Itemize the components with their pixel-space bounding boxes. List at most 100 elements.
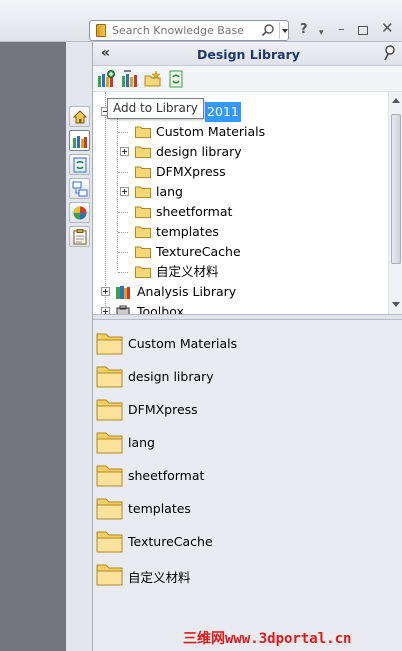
graphics-area <box>0 42 66 651</box>
close-button[interactable]: ✕ <box>381 20 394 36</box>
tree-item-label: sheetformat <box>156 204 233 219</box>
tree-expand-toggle[interactable] <box>101 307 110 314</box>
folder-list-item[interactable]: DFMXpress <box>93 396 393 426</box>
folder-icon <box>135 186 151 198</box>
folder-icon <box>135 126 151 138</box>
tree-item-label: DFMXpress <box>156 164 226 179</box>
library-tree: 2011 Custom Materials design library DFM… <box>93 92 388 314</box>
folder-icon <box>96 564 123 586</box>
folder-icon <box>135 146 151 158</box>
collapse-button[interactable]: « <box>101 45 110 61</box>
tab-custom-properties[interactable] <box>69 226 90 247</box>
tree-item[interactable]: lang <box>93 182 383 202</box>
tree-scrollbar[interactable] <box>388 92 402 314</box>
tree-item-label: templates <box>156 224 219 239</box>
task-pane-tabs <box>66 42 93 651</box>
watermark-text: 三维网www.3dportal.cn <box>183 631 352 647</box>
folder-list-item[interactable]: TextureCache <box>93 528 393 558</box>
tree-item[interactable]: Custom Materials <box>93 122 383 142</box>
tree-item[interactable]: templates <box>93 222 383 242</box>
tree-expand-toggle[interactable] <box>120 147 129 156</box>
pin-icon[interactable] <box>383 45 397 61</box>
folder-icon <box>96 366 123 388</box>
add-file-location-icon[interactable] <box>121 70 139 88</box>
toolbox-icon <box>116 305 130 314</box>
tree-expand-toggle[interactable] <box>120 187 129 196</box>
tab-appearances[interactable] <box>69 202 90 223</box>
panel-title: Design Library <box>197 47 300 62</box>
tab-design-library[interactable] <box>69 130 90 151</box>
folder-icon <box>96 432 123 454</box>
add-to-library-icon[interactable] <box>97 70 115 88</box>
refresh-icon <box>73 157 87 173</box>
scroll-up-arrow[interactable] <box>392 98 400 103</box>
scroll-down-arrow[interactable] <box>392 302 400 307</box>
home-icon <box>72 110 88 124</box>
folder-icon <box>96 465 123 487</box>
restore-button[interactable] <box>358 26 368 35</box>
tooltip: Add to Library <box>107 98 204 119</box>
design-library-panel: « Design Library 2011 Custom Materials d… <box>93 42 402 651</box>
create-new-folder-icon[interactable] <box>144 70 162 88</box>
analysis-library-icon <box>116 286 130 299</box>
folder-list-item[interactable]: sheetformat <box>93 462 393 492</box>
search-input[interactable] <box>112 23 252 38</box>
folder-list-item[interactable]: design library <box>93 363 393 393</box>
folder-list-label: design library <box>128 369 214 384</box>
folder-list-item[interactable]: lang <box>93 429 393 459</box>
tree-item-label: Analysis Library <box>137 284 237 299</box>
tree-item[interactable]: TextureCache <box>93 242 383 262</box>
help-button[interactable]: ? <box>300 22 308 38</box>
folder-list-label: 自定义材料 <box>128 570 191 585</box>
view-palette-icon <box>72 181 88 197</box>
folder-list: Custom Materials design library DFMXpres… <box>93 320 402 651</box>
folder-icon <box>135 166 151 178</box>
folder-list-label: lang <box>128 435 155 450</box>
folder-icon <box>135 206 151 218</box>
folder-icon <box>135 266 151 278</box>
folder-icon <box>96 531 123 553</box>
top-toolbar: ? ▾ – ✕ <box>0 0 402 42</box>
search-dropdown-button[interactable] <box>279 22 288 39</box>
tree-item-label: Custom Materials <box>156 124 266 139</box>
panel-toolbar <box>93 66 402 92</box>
folder-list-label: templates <box>128 501 191 516</box>
design-library-icon <box>73 136 87 148</box>
tree-item[interactable]: DFMXpress <box>93 162 383 182</box>
tree-item-label: Toolbox <box>137 304 184 314</box>
tree-item[interactable]: design library <box>93 142 383 162</box>
folder-icon <box>135 226 151 238</box>
folder-list-label: sheetformat <box>128 468 205 483</box>
tab-file-explorer[interactable] <box>69 154 90 175</box>
scroll-thumb[interactable] <box>391 114 401 264</box>
tab-resources[interactable] <box>69 106 90 127</box>
tree-item-toolbox[interactable]: Toolbox <box>93 302 383 314</box>
folder-list-item[interactable]: templates <box>93 495 393 525</box>
tab-view-palette[interactable] <box>69 178 90 199</box>
appearances-icon <box>73 206 87 220</box>
folder-list-label: Custom Materials <box>128 336 238 351</box>
refresh-icon[interactable] <box>167 70 185 88</box>
minimize-button[interactable]: – <box>338 22 345 38</box>
folder-icon <box>96 399 123 421</box>
folder-list-label: DFMXpress <box>128 402 198 417</box>
search-box[interactable] <box>89 20 289 41</box>
tree-item[interactable]: sheetformat <box>93 202 383 222</box>
tree-root-label[interactable]: 2011 <box>205 102 241 122</box>
tree-expand-toggle[interactable] <box>101 287 110 296</box>
tree-item-label: 自定义材料 <box>156 264 219 279</box>
folder-list-label: TextureCache <box>128 534 213 549</box>
folder-list-item[interactable]: Custom Materials <box>93 330 393 360</box>
custom-properties-icon <box>73 229 87 245</box>
folder-list-item[interactable]: 自定义材料 <box>93 561 393 591</box>
folder-icon <box>96 498 123 520</box>
help-dropdown-icon[interactable]: ▾ <box>319 25 324 41</box>
tree-item[interactable]: 自定义材料 <box>93 262 383 282</box>
folder-icon <box>96 333 123 355</box>
knowledge-base-icon <box>96 24 106 37</box>
tree-item-analysis-library[interactable]: Analysis Library <box>93 282 383 302</box>
panel-header: « Design Library <box>93 42 402 66</box>
tree-item-label: lang <box>156 184 183 199</box>
search-icon[interactable] <box>261 23 275 37</box>
tree-item-label: TextureCache <box>156 244 241 259</box>
